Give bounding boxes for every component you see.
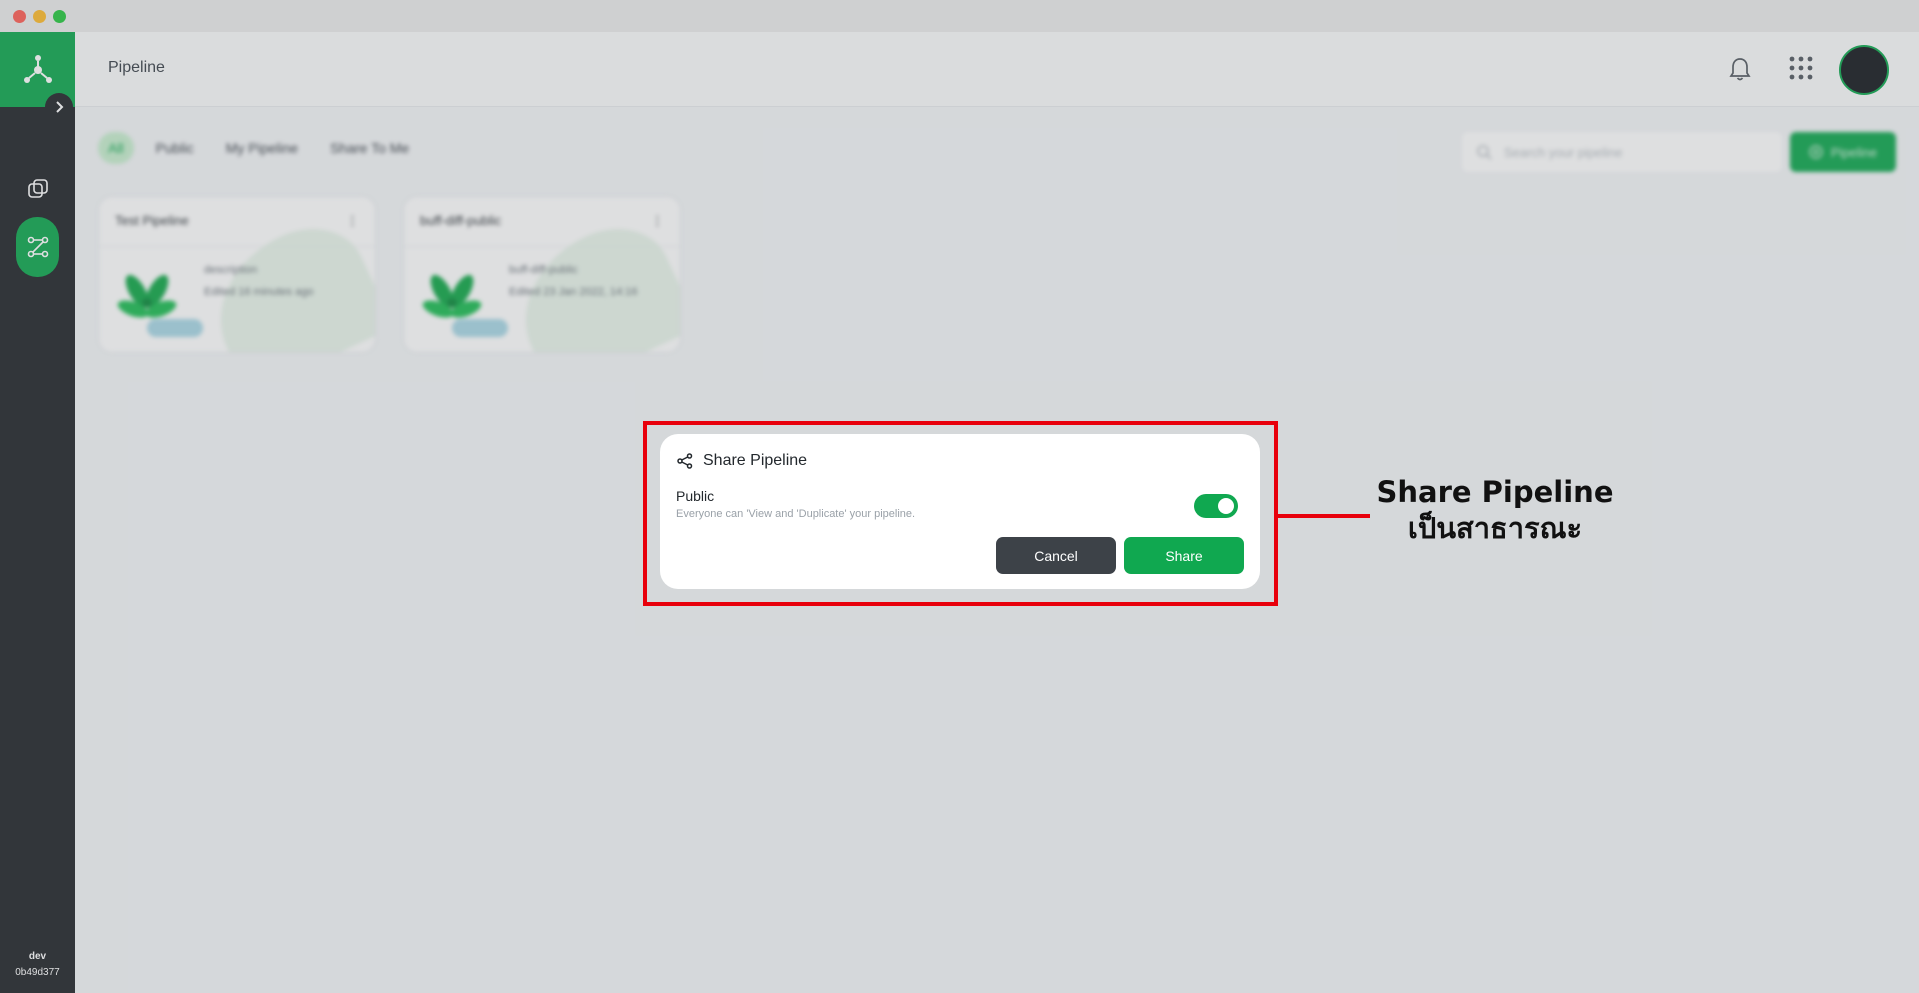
annotation-callout: Share Pipeline เป็นสาธารณะ	[1370, 474, 1620, 546]
share-icon	[677, 453, 693, 469]
public-option-label: Public	[676, 488, 715, 504]
public-toggle[interactable]	[1194, 494, 1238, 518]
annotation-line-2: เป็นสาธารณะ	[1407, 511, 1583, 545]
dialog-title: Share Pipeline	[703, 452, 808, 469]
toggle-knob	[1218, 498, 1234, 514]
annotation-line-1: Share Pipeline	[1376, 475, 1614, 509]
dialog-header: Share Pipeline	[677, 452, 807, 470]
cancel-button[interactable]: Cancel	[996, 537, 1116, 574]
share-button[interactable]: Share	[1124, 537, 1244, 574]
public-option-help: Everyone can 'View and 'Duplicate' your …	[676, 508, 916, 520]
share-pipeline-dialog: Share Pipeline Public Everyone can 'View…	[660, 434, 1260, 589]
annotation-connector	[1278, 514, 1370, 518]
